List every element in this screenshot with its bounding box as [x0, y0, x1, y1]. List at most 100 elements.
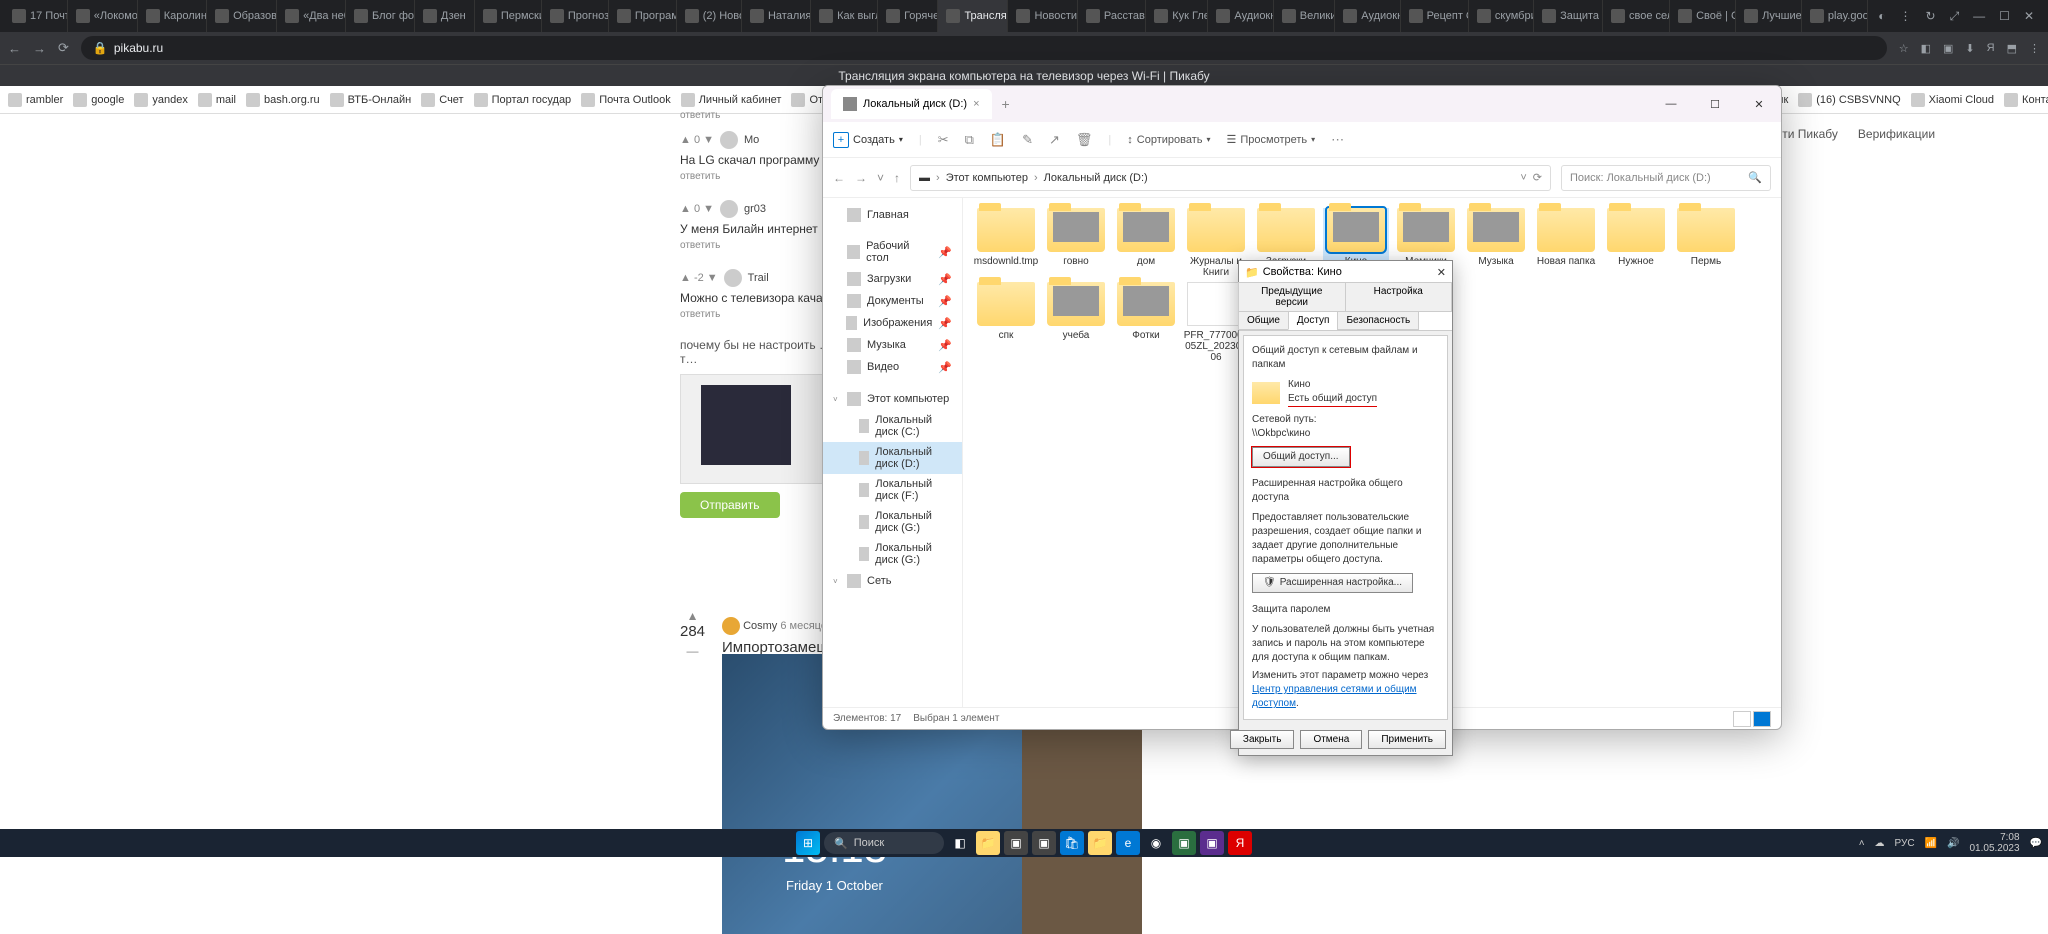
onedrive-icon[interactable]: ☁ [1875, 838, 1885, 849]
taskbar-clock[interactable]: 7:08 01.05.2023 [1969, 832, 2019, 854]
nav-item[interactable]: Локальный диск (G:) [823, 538, 962, 570]
bookmark-item[interactable]: yandex [134, 93, 187, 107]
icons-view-icon[interactable] [1753, 711, 1771, 727]
wifi-icon[interactable]: 📶 [1925, 838, 1937, 849]
view-button[interactable]: ☰Просмотреть▾ [1227, 133, 1316, 146]
browser-tab[interactable]: play.googl [1802, 0, 1868, 32]
folder-item[interactable]: Музыка [1463, 208, 1529, 278]
network-center-link[interactable]: Центр управления сетями и общим доступом [1252, 684, 1417, 709]
cancel-button[interactable]: Отмена [1300, 730, 1362, 749]
start-icon[interactable]: ⊞ [796, 831, 820, 855]
bookmark-item[interactable]: Счет [421, 93, 463, 107]
post-author[interactable]: Cosmy [743, 620, 777, 632]
ext-icon[interactable]: ☆ [1899, 42, 1909, 55]
nav-item[interactable]: Главная [823, 204, 962, 226]
browser-tab[interactable]: 17 Почта [4, 0, 68, 32]
folder-item[interactable]: msdownld.tmp [973, 208, 1039, 278]
folder-item[interactable]: Нужное [1603, 208, 1669, 278]
folder-item[interactable]: Пермь [1673, 208, 1739, 278]
sort-button[interactable]: ↕Сортировать▾ [1127, 134, 1210, 146]
explorer-icon[interactable]: 📁 [976, 831, 1000, 855]
bookmark-item[interactable]: (16) CSBSVNNQ [1798, 93, 1900, 107]
bookmark-item[interactable]: rambler [8, 93, 63, 107]
bookmark-item[interactable]: ВТБ-Онлайн [330, 93, 412, 107]
yandex-icon[interactable]: Я [1228, 831, 1252, 855]
explorer-search[interactable]: Поиск: Локальный диск (D:) 🔍 [1561, 165, 1771, 191]
url-input[interactable]: 🔒 pikabu.ru [81, 36, 1887, 60]
avatar[interactable] [722, 617, 740, 635]
bookmark-item[interactable]: mail [198, 93, 236, 107]
browser-tab[interactable]: Каролинск [138, 0, 207, 32]
app-icon[interactable]: ▣ [1172, 831, 1196, 855]
lang-indicator[interactable]: РУС [1895, 838, 1915, 849]
browser-tab[interactable]: Своё | Се [1670, 0, 1736, 32]
bookmark-item[interactable]: Личный кабинет [681, 93, 782, 107]
browser-tab[interactable]: Великий [1274, 0, 1335, 32]
minimize-icon[interactable]: — [1649, 86, 1693, 122]
browser-tab[interactable]: Программ [609, 0, 677, 32]
close-button[interactable]: Закрыть [1230, 730, 1295, 749]
nav-item[interactable]: Документы📌 [823, 290, 962, 312]
refresh-icon[interactable]: ⟳ [1533, 171, 1542, 184]
back-icon[interactable]: ← [833, 171, 845, 185]
bookmark-item[interactable]: Xiaomi Cloud [1911, 93, 1994, 107]
explorer-icon[interactable]: 📁 [1088, 831, 1112, 855]
browser-tab[interactable]: Блог фото [346, 0, 415, 32]
comment-author[interactable]: Mo [744, 134, 759, 146]
browser-tab[interactable]: Аудиокни [1208, 0, 1273, 32]
browser-tab[interactable]: (2) Новос [677, 0, 742, 32]
send-button[interactable]: Отправить [680, 492, 780, 518]
folder-item[interactable]: дом [1113, 208, 1179, 278]
nav-item[interactable]: Рабочий стол📌 [823, 236, 962, 268]
bookmark-item[interactable]: Почта Outlook [581, 93, 671, 107]
avatar-icon[interactable]: ◐ [1878, 9, 1885, 23]
menu-icon[interactable]: ⋮ [2029, 42, 2040, 55]
browser-tab[interactable]: Новости С [1008, 0, 1077, 32]
store-icon[interactable]: 🛍 [1060, 831, 1084, 855]
minimize-icon[interactable]: — [1973, 9, 1985, 23]
close-icon[interactable]: ✕ [1737, 86, 1781, 122]
browser-tab[interactable]: Дзен [415, 0, 475, 32]
ext-icon[interactable]: Я [1987, 42, 1995, 54]
ext-icon[interactable]: ⬒ [2007, 42, 2017, 55]
nav-item[interactable]: Локальный диск (F:) [823, 474, 962, 506]
browser-tab[interactable]: скумбрия [1469, 0, 1534, 32]
notifications-icon[interactable]: 💬 [2030, 838, 2042, 849]
ext-icon[interactable]: ◧ [1921, 42, 1931, 55]
recent-icon[interactable]: ˅ [877, 171, 884, 185]
app-icon[interactable]: ▣ [1032, 831, 1056, 855]
rename-icon[interactable]: ✎ [1022, 132, 1033, 148]
maximize-icon[interactable]: ☐ [1999, 9, 2010, 23]
avatar[interactable] [720, 200, 738, 218]
windows-taskbar[interactable]: ⊞ 🔍 Поиск ◧ 📁 ▣ ▣ 🛍 📁 e ◉ ▣ ▣ Я ˄ ☁ РУС … [0, 829, 2048, 857]
browser-tab[interactable]: Трансляц× [938, 0, 1008, 32]
browser-tab[interactable]: Аудиокни [1335, 0, 1400, 32]
comment-author[interactable]: gr03 [744, 203, 766, 215]
back-icon[interactable]: ← [8, 41, 21, 56]
vote-controls[interactable]: ▲ -2 ▼ [680, 272, 718, 284]
browser-tab[interactable]: свое село [1603, 0, 1670, 32]
nav-item[interactable]: Локальный диск (G:) [823, 506, 962, 538]
browser-tab[interactable]: Расставит [1078, 0, 1146, 32]
breadcrumb[interactable]: ▬ › Этот компьютер › Локальный диск (D:)… [910, 165, 1551, 191]
browser-tab[interactable]: «Два небо [277, 0, 346, 32]
ext-icon[interactable]: ↻ [1926, 9, 1936, 23]
new-button[interactable]: + Создать ▾ [833, 132, 903, 148]
details-view-icon[interactable] [1733, 711, 1751, 727]
forward-icon[interactable]: → [855, 171, 867, 185]
browser-tab[interactable]: Как выгля [811, 0, 878, 32]
breadcrumb-item[interactable]: Локальный диск (D:) [1044, 172, 1148, 184]
forward-icon[interactable]: → [33, 41, 46, 56]
tab-general[interactable]: Общие [1238, 311, 1289, 330]
share-icon[interactable]: ↗ [1049, 132, 1060, 148]
folder-item[interactable]: Фотки [1113, 282, 1179, 363]
browser-tab[interactable]: Горячее [878, 0, 938, 32]
edge-icon[interactable]: e [1116, 831, 1140, 855]
folder-item[interactable]: спк [973, 282, 1039, 363]
bookmark-item[interactable]: google [73, 93, 124, 107]
share-button[interactable]: Общий доступ... [1252, 447, 1350, 467]
browser-tab[interactable]: Пермский [475, 0, 542, 32]
folder-item[interactable]: учеба [1043, 282, 1109, 363]
upvote-icon[interactable]: ▲ [680, 609, 705, 623]
chrome-icon[interactable]: ◉ [1144, 831, 1168, 855]
